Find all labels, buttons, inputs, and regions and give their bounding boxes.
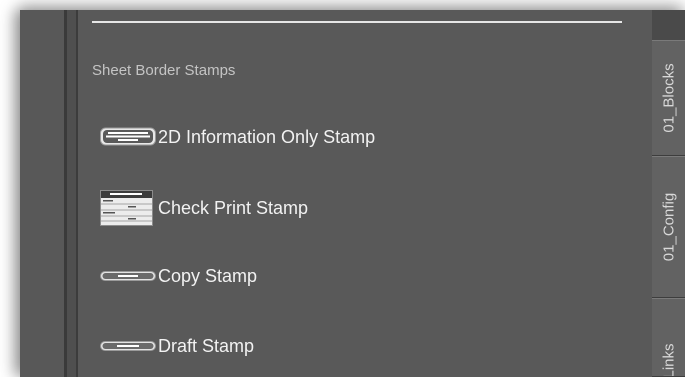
tool-item-label: Draft Stamp bbox=[158, 335, 255, 356]
tool-item-check-print-stamp[interactable]: Check Print Stamp bbox=[100, 190, 308, 226]
tab-links[interactable]: Links bbox=[652, 298, 685, 377]
tool-item-copy-stamp[interactable]: Copy Stamp bbox=[100, 258, 257, 294]
tab-label: 01_Blocks bbox=[660, 63, 677, 133]
tab-01-config[interactable]: 01_Config bbox=[652, 156, 685, 298]
palette-tab-strip: 01_Blocks 01_Config Links bbox=[652, 10, 685, 377]
tool-item-draft-stamp[interactable]: Draft Stamp bbox=[100, 328, 254, 364]
section-title: Sheet Border Stamps bbox=[92, 62, 236, 79]
tool-item-label: 2D Information Only Stamp bbox=[158, 126, 376, 147]
check-print-stamp-icon bbox=[100, 190, 156, 226]
palette-title-bar[interactable] bbox=[20, 10, 64, 377]
separator-line bbox=[92, 21, 622, 23]
palette-resize-handle[interactable] bbox=[67, 10, 76, 377]
tool-item-2d-information-only-stamp[interactable]: 2D Information Only Stamp bbox=[100, 119, 375, 155]
tab-01-blocks[interactable]: 01_Blocks bbox=[652, 40, 685, 156]
tool-item-label: Check Print Stamp bbox=[158, 197, 309, 218]
screenshot-frame: Sheet Border Stamps 2D Information Only … bbox=[0, 0, 685, 377]
tool-item-label: Copy Stamp bbox=[158, 265, 258, 286]
2d-information-only-stamp-icon bbox=[100, 119, 156, 155]
tool-palette-content: Sheet Border Stamps 2D Information Only … bbox=[78, 10, 652, 377]
draft-stamp-icon bbox=[100, 328, 156, 364]
copy-stamp-icon bbox=[100, 258, 156, 294]
tab-label: Links bbox=[660, 343, 677, 377]
tool-palette-window: Sheet Border Stamps 2D Information Only … bbox=[20, 10, 685, 377]
tab-label: 01_Config bbox=[660, 192, 677, 262]
